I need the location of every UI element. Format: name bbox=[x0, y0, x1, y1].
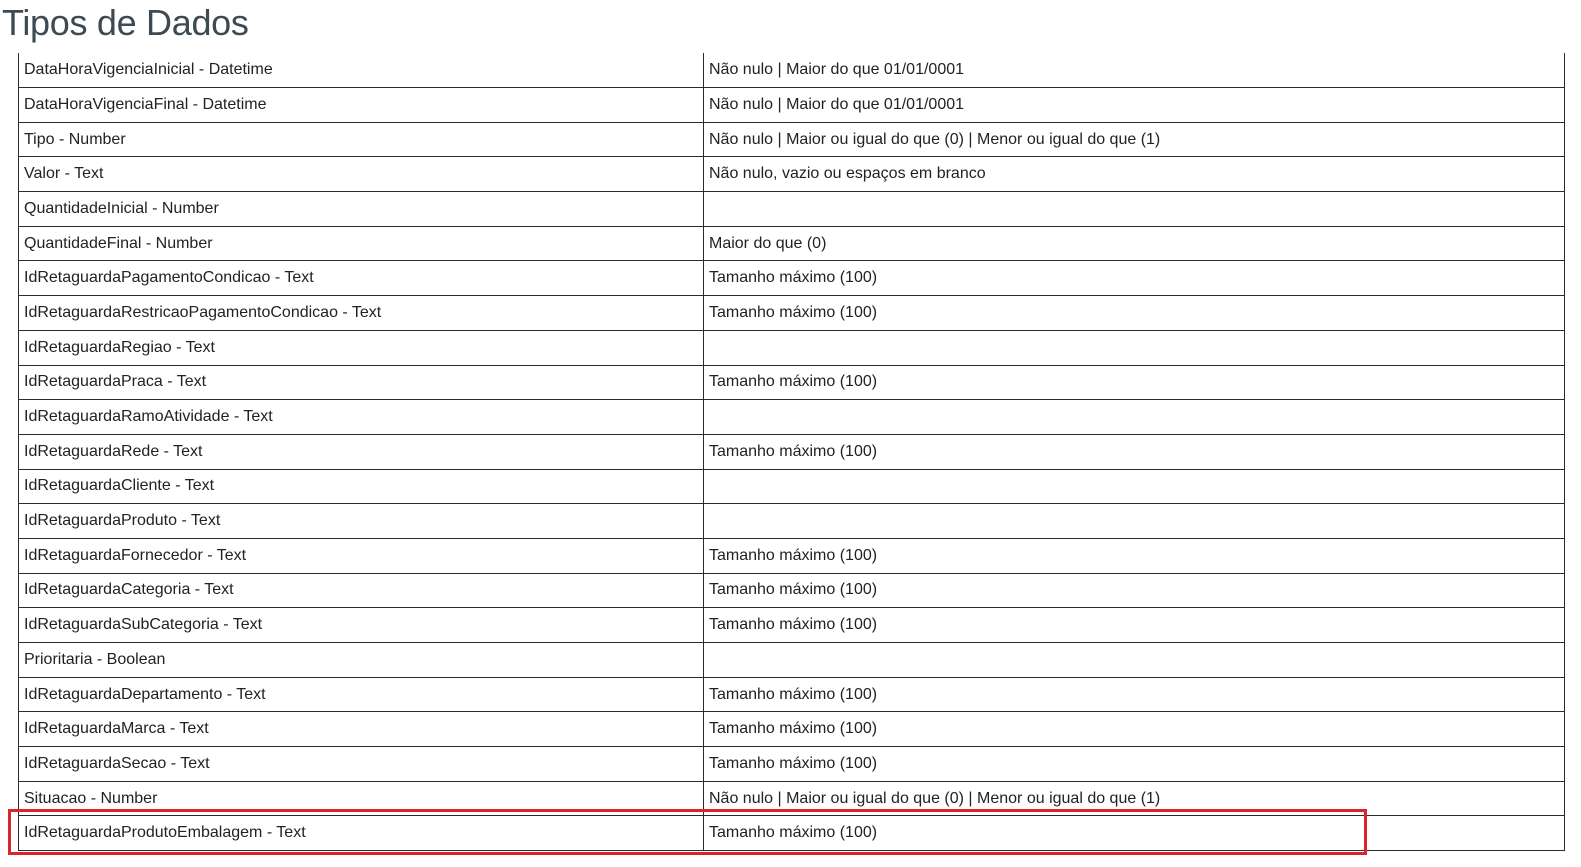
validation-rule-cell bbox=[703, 503, 1565, 539]
field-name-cell: IdRetaguardaRestricaoPagamentoCondicao -… bbox=[18, 295, 704, 331]
validation-rule-cell: Maior do que (0) bbox=[703, 225, 1565, 262]
table-row: DataHoraVigenciaInicial - Datetime Não nu… bbox=[18, 53, 1565, 88]
table-row: Prioritaria - Boolean bbox=[18, 642, 1565, 678]
field-name-cell: IdRetaguardaMarca - Text bbox=[18, 711, 704, 748]
table-row: IdRetaguardaPagamentoCondicao - Text Tama… bbox=[18, 260, 1565, 297]
page-title: Tipos de Dados bbox=[2, 2, 249, 43]
field-name-cell: Tipo - Number bbox=[18, 121, 704, 158]
table-row: IdRetaguardaDepartamento - Text Tamanho m… bbox=[18, 676, 1565, 713]
table-row: Valor - Text Não nulo, vazio ou espaços e… bbox=[18, 156, 1565, 193]
validation-rule-cell: Tamanho máximo (100) bbox=[703, 676, 1565, 713]
data-types-table: DataHoraVigenciaInicial - Datetime Não nu… bbox=[18, 53, 1565, 852]
validation-rule-cell: Não nulo, vazio ou espaços em branco bbox=[703, 156, 1565, 193]
field-name-cell: IdRetaguardaProdutoEmbalagem - Text bbox=[18, 815, 704, 852]
table-row: IdRetaguardaProduto - Text bbox=[18, 503, 1565, 539]
table-row: Tipo - Number Não nulo | Maior ou igual d… bbox=[18, 121, 1565, 158]
validation-rule-cell: Tamanho máximo (100) bbox=[703, 364, 1565, 401]
validation-rule-cell: Tamanho máximo (100) bbox=[703, 746, 1565, 782]
table-row: IdRetaguardaProdutoEmbalagem - Text Taman… bbox=[18, 815, 1565, 852]
validation-rule-cell: Tamanho máximo (100) bbox=[703, 433, 1565, 470]
field-name-cell: DataHoraVigenciaFinal - Datetime bbox=[18, 87, 704, 123]
validation-rule-cell: Tamanho máximo (100) bbox=[703, 260, 1565, 297]
field-name-cell: IdRetaguardaSubCategoria - Text bbox=[18, 607, 704, 643]
validation-rule-cell bbox=[703, 399, 1565, 435]
field-name-cell: Situacao - Number bbox=[18, 780, 704, 817]
validation-rule-cell: Não nulo | Maior do que 01/01/0001 bbox=[703, 87, 1565, 123]
table-row: QuantidadeInicial - Number bbox=[18, 191, 1565, 227]
field-name-cell: IdRetaguardaCliente - Text bbox=[18, 468, 704, 505]
validation-rule-cell bbox=[703, 468, 1565, 505]
field-name-cell: IdRetaguardaSecao - Text bbox=[18, 746, 704, 782]
validation-rule-cell: Não nulo | Maior ou igual do que (0) | M… bbox=[703, 780, 1565, 817]
validation-rule-cell: Tamanho máximo (100) bbox=[703, 572, 1565, 609]
table-row: Situacao - Number Não nulo | Maior ou igu… bbox=[18, 780, 1565, 817]
field-name-cell: IdRetaguardaPraca - Text bbox=[18, 364, 704, 401]
field-name-cell: IdRetaguardaProduto - Text bbox=[18, 503, 704, 539]
field-name-cell: QuantidadeInicial - Number bbox=[18, 191, 704, 227]
validation-rule-cell: Tamanho máximo (100) bbox=[703, 711, 1565, 748]
table-row: IdRetaguardaRestricaoPagamentoCondicao -… bbox=[18, 295, 1565, 331]
table-row: IdRetaguardaCategoria - Text Tamanho máxi… bbox=[18, 572, 1565, 609]
validation-rule-cell bbox=[703, 642, 1565, 678]
field-name-cell: IdRetaguardaRede - Text bbox=[18, 433, 704, 470]
table-row: IdRetaguardaSubCategoria - Text Tamanho m… bbox=[18, 607, 1565, 643]
validation-rule-cell: Não nulo | Maior ou igual do que (0) | M… bbox=[703, 121, 1565, 158]
table-row: IdRetaguardaCliente - Text bbox=[18, 468, 1565, 505]
field-name-cell: IdRetaguardaDepartamento - Text bbox=[18, 676, 704, 713]
table-row: IdRetaguardaSecao - Text Tamanho máximo (… bbox=[18, 746, 1565, 782]
field-name-cell: Valor - Text bbox=[18, 156, 704, 193]
table-body: DataHoraVigenciaInicial - Datetime Não nu… bbox=[18, 53, 1565, 852]
validation-rule-cell: Não nulo | Maior do que 01/01/0001 bbox=[703, 53, 1565, 88]
data-types-table-container: DataHoraVigenciaInicial - Datetime Não nu… bbox=[18, 53, 1565, 852]
field-name-cell: DataHoraVigenciaInicial - Datetime bbox=[18, 53, 704, 88]
table-row: IdRetaguardaRegiao - Text bbox=[18, 329, 1565, 366]
field-name-cell: IdRetaguardaPagamentoCondicao - Text bbox=[18, 260, 704, 297]
field-name-cell: IdRetaguardaRegiao - Text bbox=[18, 329, 704, 366]
validation-rule-cell bbox=[703, 329, 1565, 366]
table-row: IdRetaguardaRede - Text Tamanho máximo (1… bbox=[18, 433, 1565, 470]
table-row: IdRetaguardaFornecedor - Text Tamanho máx… bbox=[18, 537, 1565, 574]
table-row: IdRetaguardaMarca - Text Tamanho máximo (… bbox=[18, 711, 1565, 748]
table-row: QuantidadeFinal - Number Maior do que (0) bbox=[18, 225, 1565, 262]
field-name-cell: IdRetaguardaRamoAtividade - Text bbox=[18, 399, 704, 435]
field-name-cell: IdRetaguardaCategoria - Text bbox=[18, 572, 704, 609]
table-row: IdRetaguardaRamoAtividade - Text bbox=[18, 399, 1565, 435]
field-name-cell: Prioritaria - Boolean bbox=[18, 642, 704, 678]
validation-rule-cell: Tamanho máximo (100) bbox=[703, 295, 1565, 331]
validation-rule-cell bbox=[703, 191, 1565, 227]
field-name-cell: QuantidadeFinal - Number bbox=[18, 225, 704, 262]
table-row: DataHoraVigenciaFinal - Datetime Não nulo… bbox=[18, 87, 1565, 123]
field-name-cell: IdRetaguardaFornecedor - Text bbox=[18, 537, 704, 574]
table-row: IdRetaguardaPraca - Text Tamanho máximo (… bbox=[18, 364, 1565, 401]
validation-rule-cell: Tamanho máximo (100) bbox=[703, 815, 1565, 852]
validation-rule-cell: Tamanho máximo (100) bbox=[703, 607, 1565, 643]
validation-rule-cell: Tamanho máximo (100) bbox=[703, 537, 1565, 574]
